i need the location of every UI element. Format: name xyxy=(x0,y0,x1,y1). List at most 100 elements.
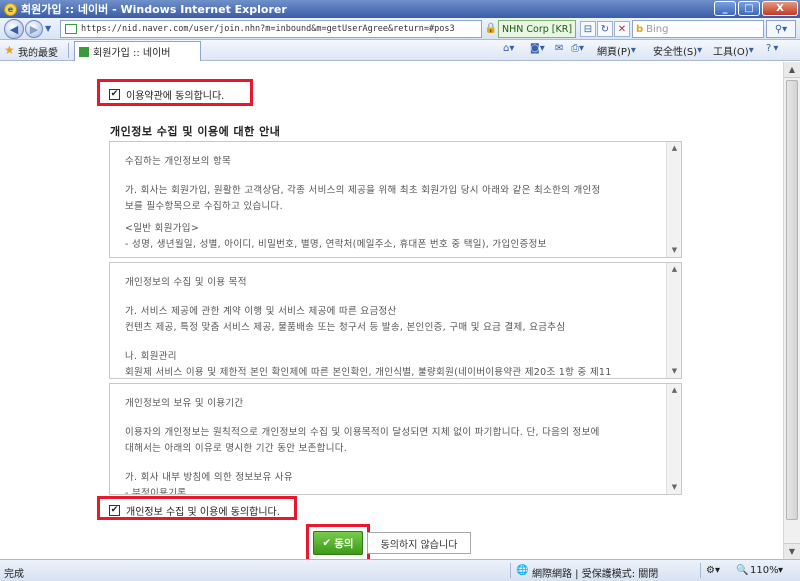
history-dropdown-icon[interactable]: ▼ xyxy=(45,24,51,33)
privacy-items-text: 수집하는 개인정보의 항목 가. 회사는 회원가입, 원활한 고객상담, 각종 … xyxy=(125,154,655,253)
help-menu[interactable]: ? ▾ xyxy=(766,43,780,54)
zoom-icon: 🔍 xyxy=(736,565,749,576)
refresh-icon: ↻ xyxy=(600,23,610,35)
privacy-purpose-box[interactable]: 개인정보의 수집 및 이용 목적 가. 서비스 제공에 관한 계약 이행 및 서… xyxy=(109,262,682,379)
url-text[interactable]: https://nid.naver.com/user/join.nhn?m=in… xyxy=(81,24,455,34)
box3-para2-line1: - 부정이용기록 xyxy=(125,488,187,495)
search-box[interactable]: b Bing xyxy=(632,20,764,38)
print-button[interactable]: ⎙▾ xyxy=(571,43,586,54)
back-button[interactable]: ◀ xyxy=(4,19,24,39)
chevron-down-icon: ▾ xyxy=(697,45,703,56)
terms-agree-label[interactable]: 이용약관에 동의합니다. xyxy=(126,87,224,102)
privacy-agree-row[interactable]: ✔ 개인정보 수집 및 이용에 동의합니다. xyxy=(109,503,280,518)
disagree-button-label: 동의하지 않습니다 xyxy=(380,539,458,551)
zoom-level[interactable]: 110% xyxy=(750,565,779,576)
help-icon: ? xyxy=(766,43,772,54)
privacy-agree-checkbox[interactable]: ✔ xyxy=(109,505,120,516)
ie-app-icon: e xyxy=(4,2,17,16)
chevron-down-icon: ▾ xyxy=(630,45,636,56)
search-icon: ⚲▾ xyxy=(774,23,788,35)
window-title: 회원가입 :: 네이버 - Windows Internet Explorer xyxy=(21,3,287,16)
scroll-down-icon[interactable]: ▼ xyxy=(667,365,681,378)
scroll-up-icon[interactable]: ▲ xyxy=(784,62,800,78)
page-scrollbar[interactable]: ▲ ▼ xyxy=(783,62,800,559)
chevron-down-icon: ▾ xyxy=(773,43,779,54)
box1-para1-line1: 가. 회사는 회원가입, 원활한 고객상담, 각종 서비스의 제공을 위해 최초… xyxy=(125,185,601,196)
zone-globe-icon: 🌐 xyxy=(516,565,529,576)
browser-tab[interactable]: 회원가입 :: 네이버 xyxy=(74,41,201,61)
box3-scrollbar[interactable]: ▲ ▼ xyxy=(666,384,681,494)
box3-para2-head: 가. 회사 내부 방침에 의한 정보보유 사유 xyxy=(125,472,293,483)
disagree-button[interactable]: 동의하지 않습니다 xyxy=(367,532,471,554)
safety-menu[interactable]: 安全性(S) ▾ xyxy=(653,43,704,58)
status-divider xyxy=(700,563,701,578)
scroll-down-icon[interactable]: ▼ xyxy=(667,481,681,494)
box1-scrollbar[interactable]: ▲ ▼ xyxy=(666,142,681,257)
home-button[interactable]: ⌂▾ xyxy=(503,43,516,54)
arrow-right-icon: ▶ xyxy=(29,22,39,36)
tools-menu-label: 工具(O) xyxy=(713,47,749,58)
tools-menu[interactable]: 工具(O) ▾ xyxy=(713,43,756,58)
zone-settings-icon[interactable]: ⚙▾ xyxy=(706,565,720,576)
box2-para2-head: 나. 회원관리 xyxy=(125,351,177,362)
box1-subhead: <일반 회원가입> xyxy=(125,223,200,234)
privacy-items-box[interactable]: 수집하는 개인정보의 항목 가. 회사는 회원가입, 원활한 고객상담, 각종 … xyxy=(109,141,682,258)
home-icon: ⌂▾ xyxy=(503,43,515,54)
compat-icon: ⊟ xyxy=(583,23,593,35)
scroll-down-icon[interactable]: ▼ xyxy=(784,543,800,559)
forward-button[interactable]: ▶ xyxy=(25,20,43,38)
search-placeholder: Bing xyxy=(646,23,669,35)
read-mail-button[interactable]: ✉ xyxy=(555,43,565,54)
page-menu-label: 網頁(P) xyxy=(597,47,631,58)
box3-para1-line1: 이용자의 개인정보는 원칙적으로 개인정보의 수집 및 이용목적이 달성되면 지… xyxy=(125,427,600,438)
privacy-retention-text: 개인정보의 보유 및 이용기간 이용자의 개인정보는 원칙적으로 개인정보의 수… xyxy=(125,396,655,495)
box3-heading: 개인정보의 보유 및 이용기간 xyxy=(125,398,244,409)
privacy-retention-box[interactable]: 개인정보의 보유 및 이용기간 이용자의 개인정보는 원칙적으로 개인정보의 수… xyxy=(109,383,682,495)
stop-button[interactable]: ✕ xyxy=(614,21,630,37)
stop-icon: ✕ xyxy=(617,23,627,35)
search-button[interactable]: ⚲▾ xyxy=(766,20,796,38)
favorites-button[interactable]: 我的最愛 xyxy=(18,44,58,59)
certificate-label: NHN Corp [KR] xyxy=(502,23,573,35)
toolbar-divider xyxy=(68,43,69,58)
scroll-up-icon[interactable]: ▲ xyxy=(667,384,681,397)
minimize-button[interactable]: _ xyxy=(714,1,736,16)
scroll-down-icon[interactable]: ▼ xyxy=(667,244,681,257)
box2-scrollbar[interactable]: ▲ ▼ xyxy=(666,263,681,378)
chevron-down-icon: ▾ xyxy=(748,45,754,56)
scroll-up-icon[interactable]: ▲ xyxy=(667,142,681,155)
zone-text[interactable]: 網際網路 | 受保護模式: 關閉 xyxy=(532,565,658,580)
scroll-up-icon[interactable]: ▲ xyxy=(667,263,681,276)
url-field[interactable]: https://nid.naver.com/user/join.nhn?m=in… xyxy=(60,20,482,38)
status-text: 完成 xyxy=(4,569,24,580)
page-icon xyxy=(65,24,77,34)
agree-button-label: 동의 xyxy=(334,537,354,550)
lock-icon[interactable]: 🔒 xyxy=(484,20,498,38)
arrow-left-icon: ◀ xyxy=(9,22,19,36)
close-button[interactable]: X xyxy=(762,1,798,16)
compatibility-view-button[interactable]: ⊟ xyxy=(580,21,596,37)
privacy-section-title: 개인정보 수집 및 이용에 대한 안내 xyxy=(110,125,281,138)
feeds-button[interactable]: ◙▾ xyxy=(530,43,547,54)
box2-para1-line1: 가. 서비스 제공에 관한 계약 이행 및 서비스 제공에 따른 요금정산 xyxy=(125,306,397,317)
maximize-button[interactable]: □ xyxy=(738,1,760,16)
favorites-star-icon[interactable]: ★ xyxy=(4,43,15,57)
status-divider xyxy=(510,563,511,578)
agree-button[interactable]: ✔ 동의 xyxy=(313,531,363,555)
status-bar: 完成 🌐 網際網路 | 受保護模式: 關閉 ⚙▾ 🔍 110% ▾ xyxy=(0,559,800,581)
security-certificate-badge[interactable]: NHN Corp [KR] xyxy=(498,20,576,38)
page-menu[interactable]: 網頁(P) ▾ xyxy=(597,43,638,58)
safety-menu-label: 安全性(S) xyxy=(653,47,698,58)
window-titlebar: e 회원가입 :: 네이버 - Windows Internet Explore… xyxy=(0,0,800,18)
refresh-button[interactable]: ↻ xyxy=(597,21,613,37)
box2-para2-line1: 회원제 서비스 이용 및 제한적 본인 확인제에 따른 본인확인, 개인식별, … xyxy=(125,367,612,378)
privacy-agree-label[interactable]: 개인정보 수집 및 이용에 동의합니다. xyxy=(126,503,280,518)
rss-icon: ◙▾ xyxy=(530,43,545,54)
terms-agree-checkbox[interactable]: ✔ xyxy=(109,89,120,100)
mail-icon: ✉ xyxy=(555,43,564,54)
zoom-dropdown-icon[interactable]: ▾ xyxy=(778,565,783,576)
favorites-bar: ★ 我的最愛 회원가입 :: 네이버 ⌂▾ ◙▾ ✉ ⎙▾ 網頁(P) ▾ 安全性… xyxy=(0,40,800,61)
scroll-thumb[interactable] xyxy=(786,80,798,520)
printer-icon: ⎙▾ xyxy=(571,43,585,54)
terms-agree-row[interactable]: ✔ 이용약관에 동의합니다. xyxy=(109,87,224,102)
